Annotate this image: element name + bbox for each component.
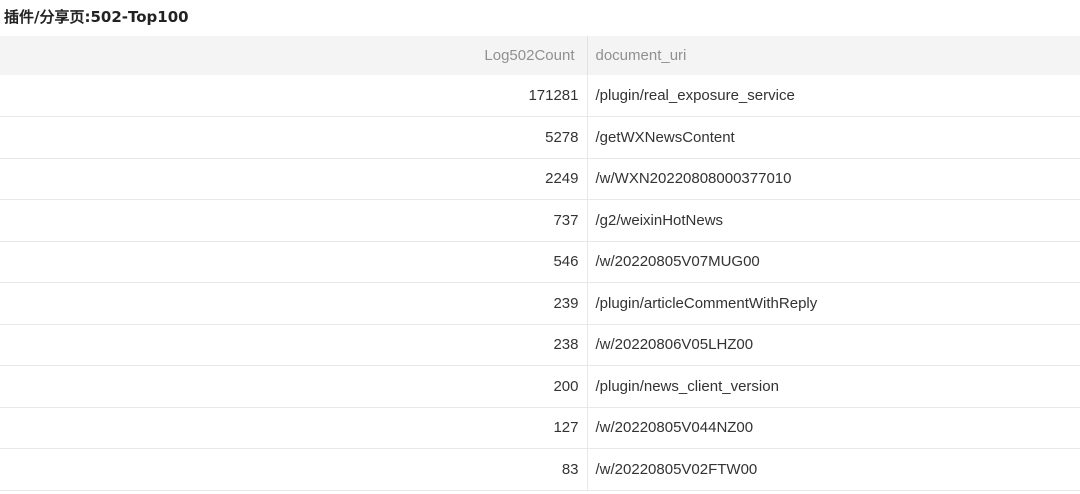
cell-uri: /plugin/real_exposure_service (595, 87, 795, 104)
table-row: 737 /g2/weixinHotNews (0, 199, 1080, 241)
table-row: 5278 /getWXNewsContent (0, 116, 1080, 158)
table-body: 171281 /plugin/real_exposure_service 527… (0, 75, 1080, 490)
cell-count: 546 (0, 241, 588, 283)
data-table-container[interactable]: Log502Count document_uri 171281 /plugin/… (0, 36, 1080, 491)
cell-count: 737 (0, 199, 588, 241)
cell-uri: /w/20220805V02FTW00 (595, 460, 758, 478)
panel-title: 插件/分享页:502-Top100 (4, 8, 189, 26)
cell-count: 239 (0, 282, 588, 324)
cell-uri: /w/WXN20220808000377010 (595, 170, 792, 188)
table-row: 239 /plugin/articleCommentWithReply (0, 282, 1080, 324)
cell-count: 2249 (0, 158, 588, 200)
header-row: Log502Count document_uri (0, 36, 1080, 75)
cell-uri: /g2/weixinHotNews (595, 211, 724, 229)
cell-count: 171281 (0, 75, 588, 117)
cell-count: 127 (0, 407, 588, 449)
table-row: 83 /w/20220805V02FTW00 (0, 448, 1080, 490)
cell-count: 238 (0, 324, 588, 366)
table-row: 546 /w/20220805V07MUG00 (0, 241, 1080, 283)
cell-count: 200 (0, 365, 588, 407)
table-row: 200 /plugin/news_client_version (0, 365, 1080, 407)
cell-uri: /getWXNewsContent (595, 128, 735, 146)
cell-uri: /w/20220805V044NZ00 (595, 419, 754, 437)
data-table: Log502Count document_uri 171281 /plugin/… (0, 36, 1080, 491)
table-row: 238 /w/20220806V05LHZ00 (0, 324, 1080, 366)
cell-uri: /plugin/news_client_version (595, 377, 779, 395)
column-header-log502count[interactable]: Log502Count (0, 36, 588, 75)
cell-uri: /w/20220805V07MUG00 (595, 253, 760, 271)
table-row: 171281 /plugin/real_exposure_service (0, 75, 1080, 117)
cell-uri: /plugin/articleCommentWithReply (595, 294, 818, 312)
table-header: Log502Count document_uri (0, 36, 1080, 75)
cell-count: 83 (0, 448, 588, 490)
table-row: 2249 /w/WXN20220808000377010 (0, 158, 1080, 200)
cell-uri: /w/20220806V05LHZ00 (595, 336, 754, 354)
column-header-document-uri[interactable]: document_uri (587, 36, 1080, 75)
table-row: 127 /w/20220805V044NZ00 (0, 407, 1080, 449)
cell-count: 5278 (0, 116, 588, 158)
